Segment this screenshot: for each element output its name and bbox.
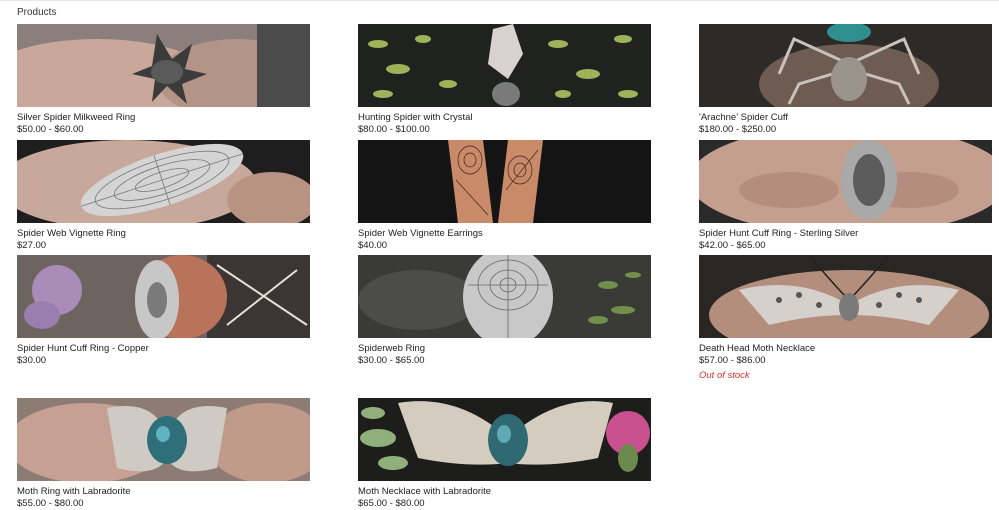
product-price: $42.00 - $65.00 [699,240,766,251]
product-image[interactable] [699,255,992,338]
product-price: $65.00 - $80.00 [358,498,425,509]
product-image[interactable] [358,255,651,338]
product-price: $30.00 - $65.00 [358,355,425,366]
product-card[interactable]: Spiderweb Ring $30.00 - $65.00 [358,255,651,367]
product-title[interactable]: Spiderweb Ring [358,343,651,355]
product-price: $80.00 - $100.00 [358,124,430,135]
product-image[interactable] [17,398,310,481]
product-title[interactable]: Spider Hunt Cuff Ring - Copper [17,343,310,355]
out-of-stock-label: Out of stock [699,370,750,381]
product-price: $57.00 - $86.00 [699,355,766,366]
product-card[interactable]: Spider Web Vignette Ring $27.00 [17,140,310,252]
product-image[interactable] [699,140,992,223]
section-heading: Products [17,7,57,18]
product-price: $27.00 [17,240,47,251]
product-card[interactable]: Spider Hunt Cuff Ring - Sterling Silver … [699,140,992,252]
top-divider [0,0,999,1]
product-price: $55.00 - $80.00 [17,498,84,509]
product-image[interactable] [17,255,310,338]
product-price: $180.00 - $250.00 [699,124,777,135]
product-card[interactable]: Spider Hunt Cuff Ring - Copper $30.00 [17,255,310,367]
product-card[interactable]: Moth Necklace with Labradorite $65.00 - … [358,398,651,510]
product-image[interactable] [358,140,651,223]
product-card[interactable]: 'Arachne' Spider Cuff $180.00 - $250.00 [699,24,992,136]
product-card[interactable]: Death Head Moth Necklace $57.00 - $86.00… [699,255,992,382]
product-image[interactable] [699,24,992,107]
product-title[interactable]: Death Head Moth Necklace [699,343,992,355]
product-title[interactable]: Spider Web Vignette Earrings [358,228,651,240]
product-title[interactable]: Spider Web Vignette Ring [17,228,310,240]
product-image[interactable] [358,398,651,481]
product-price: $30.00 [17,355,47,366]
product-image[interactable] [17,24,310,107]
product-title[interactable]: Moth Necklace with Labradorite [358,486,651,498]
product-title[interactable]: Hunting Spider with Crystal [358,112,651,124]
product-card[interactable]: Silver Spider Milkweed Ring $50.00 - $60… [17,24,310,136]
product-title[interactable]: Silver Spider Milkweed Ring [17,112,310,124]
product-price: $40.00 [358,240,388,251]
product-image[interactable] [17,140,310,223]
product-price: $50.00 - $60.00 [17,124,84,135]
product-card[interactable]: Hunting Spider with Crystal $80.00 - $10… [358,24,651,136]
product-title[interactable]: Spider Hunt Cuff Ring - Sterling Silver [699,228,992,240]
product-title[interactable]: 'Arachne' Spider Cuff [699,112,992,124]
product-title[interactable]: Moth Ring with Labradorite [17,486,310,498]
product-image[interactable] [358,24,651,107]
product-card[interactable]: Moth Ring with Labradorite $55.00 - $80.… [17,398,310,510]
product-card[interactable]: Spider Web Vignette Earrings $40.00 [358,140,651,252]
